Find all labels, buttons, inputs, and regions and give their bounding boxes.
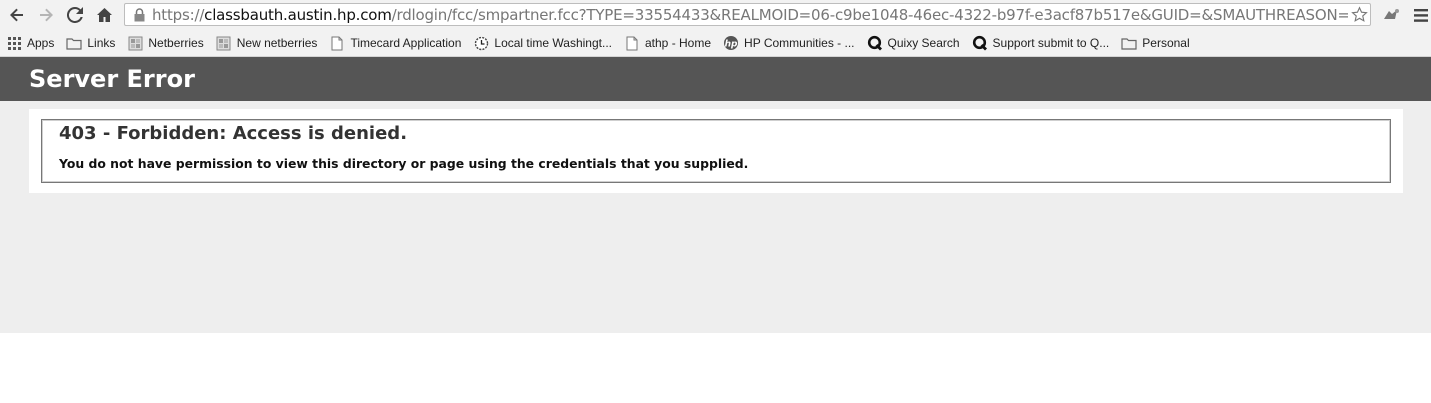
document-icon [624,35,640,51]
bookmark-label: Quixy Search [887,36,960,50]
bookmark-local-time[interactable]: Local time Washingt... [473,35,612,51]
url-text: https://classbauth.austin.hp.com/rdlogin… [148,6,1348,24]
bookmark-label: Support submit to Q... [992,36,1110,50]
error-title: 403 - Forbidden: Access is denied. [59,123,408,144]
bookmark-timecard[interactable]: Timecard Application [329,35,461,51]
bookmark-label: Netberries [148,36,204,50]
bookmark-label: Personal [1142,36,1190,50]
star-icon[interactable] [1348,6,1370,23]
home-button[interactable] [91,2,117,28]
q-logo-icon [867,35,883,51]
url-scheme: https:// [152,5,205,24]
svg-text:hp: hp [725,40,738,50]
error-box: 403 - Forbidden: Access is denied. You d… [41,119,1391,183]
bookmark-support-submit[interactable]: Support submit to Q... [972,35,1110,51]
forward-arrow-icon [40,8,53,22]
page-title: Server Error [0,57,1431,101]
bookmark-netberries[interactable]: Netberries [127,35,204,51]
bookmark-label: New netberries [236,36,318,50]
reload-button[interactable] [62,2,88,28]
apps-grid-icon [6,35,22,51]
bookmark-quixy-search[interactable]: Quixy Search [867,35,960,51]
lock-icon [130,7,148,22]
page-icon [216,35,232,51]
blank-area [0,333,1431,403]
bookmarks-bar: Apps Links Netberries New netberries Tim… [0,30,1431,57]
address-bar[interactable]: https://classbauth.austin.hp.com/rdlogin… [124,3,1371,26]
q-logo-icon [972,35,988,51]
bookmark-label: Local time Washingt... [494,36,612,50]
bookmark-athp-home[interactable]: athp - Home [624,35,711,51]
reload-icon [67,7,83,23]
menu-icon[interactable] [1412,4,1430,26]
folder-icon [1121,35,1137,51]
content-area: 403 - Forbidden: Access is denied. You d… [0,101,1431,333]
error-panel: 403 - Forbidden: Access is denied. You d… [29,109,1403,193]
bookmark-hp-communities[interactable]: hp HP Communities - ... [723,35,855,51]
bookmark-label: Timecard Application [350,36,462,50]
folder-icon [66,35,82,51]
bookmark-label: Links [87,36,116,50]
forward-button[interactable] [33,2,59,28]
hp-logo-icon: hp [723,35,739,51]
bookmark-label: Apps [27,36,55,50]
bookmark-personal[interactable]: Personal [1121,35,1190,51]
bookmark-links[interactable]: Links [66,35,115,51]
browser-toolbar: https://classbauth.austin.hp.com/rdlogin… [0,0,1431,30]
bookmark-new-netberries[interactable]: New netberries [216,35,318,51]
home-icon [96,8,112,22]
page-icon [127,35,143,51]
document-icon [329,35,345,51]
error-message: You do not have permission to view this … [59,156,749,171]
bookmark-label: athp - Home [645,36,712,50]
url-path: /rdlogin/fcc/smpartner.fcc?TYPE=33554433… [391,5,1348,24]
clock-icon [473,35,489,51]
extension-icon[interactable] [1380,4,1402,26]
bookmark-label: HP Communities - ... [744,36,855,50]
back-arrow-icon [10,8,23,22]
bookmark-apps[interactable]: Apps [6,35,54,51]
back-button[interactable] [4,2,30,28]
url-host: classbauth.austin.hp.com [204,5,392,24]
